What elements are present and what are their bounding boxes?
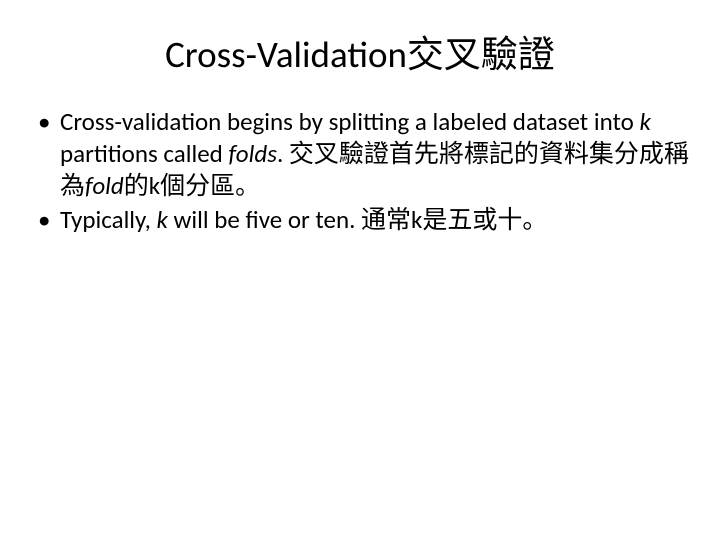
- text-run: partitions called: [60, 138, 228, 169]
- list-item: Typically, k will be five or ten. 通常k是五或…: [32, 204, 692, 236]
- text-run-italic: fold: [85, 170, 124, 201]
- text-run-italic: folds: [228, 138, 276, 169]
- bullet-list: Cross-validation begins by splitting a l…: [32, 106, 692, 236]
- slide-body: Cross-validation begins by splitting a l…: [28, 106, 692, 236]
- text-run: Cross-validation begins by splitting a l…: [60, 106, 639, 137]
- text-run: 的k個分區。: [124, 170, 260, 201]
- slide: Cross-Validation交叉驗證 Cross-validation be…: [0, 0, 720, 540]
- text-run-italic: k: [639, 106, 650, 137]
- text-run-italic: k: [156, 204, 167, 235]
- slide-title: Cross-Validation交叉驗證: [28, 24, 692, 78]
- text-run: Typically,: [60, 204, 156, 235]
- list-item: Cross-validation begins by splitting a l…: [32, 106, 692, 202]
- text-run: will be five or ten. 通常k是五或十。: [168, 204, 548, 235]
